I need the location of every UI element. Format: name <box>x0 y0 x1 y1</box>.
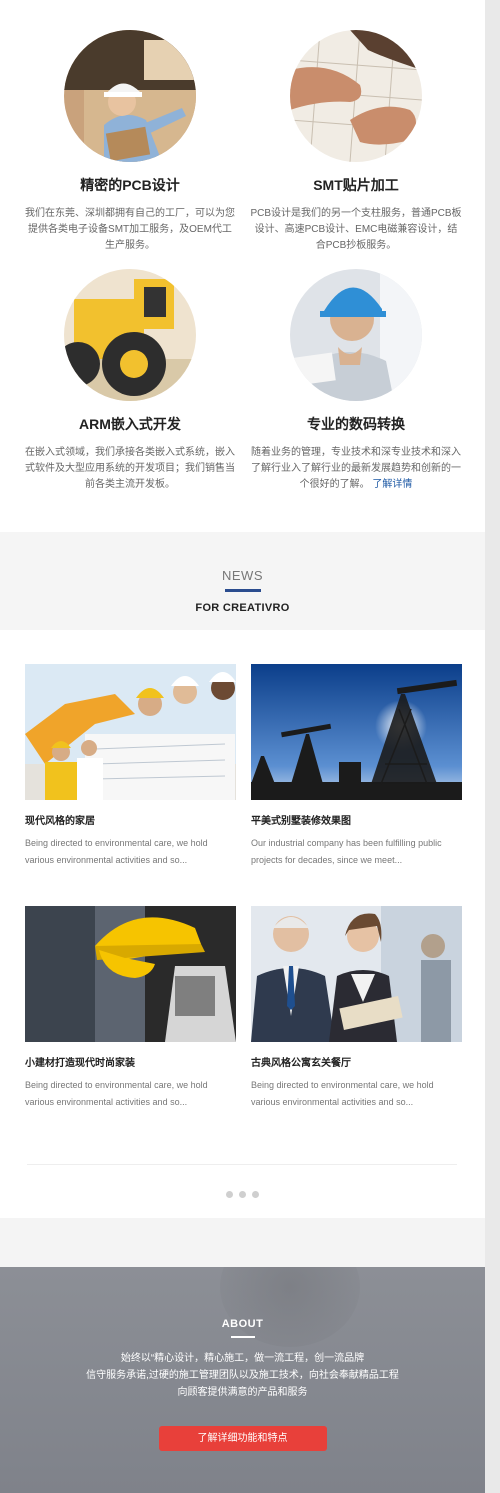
service-title: 精密的PCB设计 <box>80 177 180 193</box>
news-card[interactable]: 古典风格公寓玄关餐厅 Being directed to environment… <box>251 906 462 1111</box>
about-text: 始终以“精心设计，精心施工，做一流工程，创一流品牌 信守服务承诺,过硬的施工管理… <box>0 1350 485 1401</box>
service-desc-text: 随着业务的管理，专业技术和深专业技术和深入了解行业入了解行业的最新发展趋势和创新… <box>251 447 461 490</box>
service-desc: 随着业务的管理，专业技术和深专业技术和深入了解行业入了解行业的最新发展趋势和创新… <box>246 445 466 493</box>
service-photo-engineer <box>64 30 196 162</box>
about-background-decoration <box>220 1267 360 1347</box>
service-photo-engineer-thinking <box>290 269 422 401</box>
service-title: 专业的数码转换 <box>307 416 405 432</box>
news-desc: Being directed to environmental care, we… <box>251 1080 434 1107</box>
service-photo-blueprint-hands <box>290 30 422 162</box>
service-title: ARM嵌入式开发 <box>79 416 181 432</box>
news-title[interactable]: 现代风格的家居 <box>25 812 236 827</box>
news-header: NEWS FOR CREATIVRO <box>0 532 485 630</box>
about-line: 向顾客提供满意的产品和服务 <box>177 1387 308 1398</box>
news-image-oil-pumps[interactable] <box>251 664 462 800</box>
about-heading-underline <box>230 1336 255 1338</box>
news-image-workers[interactable] <box>25 664 236 800</box>
news-title[interactable]: 平美式别墅装修效果图 <box>251 812 462 827</box>
news-desc: Being directed to environmental care, we… <box>25 1080 208 1107</box>
news-desc: Being directed to environmental care, we… <box>25 838 208 865</box>
about-line: 信守服务承诺,过硬的施工管理团队以及施工技术，向社会奉献精品工程 <box>86 1370 399 1381</box>
service-digital: 专业的数码转换 随着业务的管理，专业技术和深专业技术和深入了解行业入了解行业的最… <box>246 269 466 493</box>
news-desc: Our industrial company has been fulfilli… <box>251 838 442 865</box>
learn-features-button[interactable]: 了解详细功能和特点 <box>158 1426 327 1451</box>
service-arm: ARM嵌入式开发 在嵌入式领域，我们承接各类嵌入式系统，嵌入式软件及大型应用系统… <box>20 269 240 493</box>
carousel-dot[interactable] <box>239 1191 246 1198</box>
carousel-dot[interactable] <box>252 1191 260 1198</box>
service-desc: 在嵌入式领域，我们承接各类嵌入式系统，嵌入式软件及大型应用系统的开发项目；我们销… <box>25 447 235 490</box>
service-desc: PCB设计是我们的另一个支柱服务，普通PCB板设计、高速PCB设计、EMC电磁兼… <box>250 208 462 251</box>
news-image-hardhat[interactable] <box>25 906 236 1042</box>
news-card[interactable]: 现代风格的家居 Being directed to environmental … <box>25 664 236 869</box>
news-title[interactable]: 古典风格公寓玄关餐厅 <box>251 1054 462 1069</box>
services-section: 精密的PCB设计 我们在东莞、深圳都拥有自己的工厂，可以为您提供各类电子设备SM… <box>0 0 485 532</box>
learn-more-link[interactable]: 了解详情 <box>372 479 412 490</box>
news-card[interactable]: 小建材打造现代时尚家装 Being directed to environmen… <box>25 906 236 1111</box>
about-heading: ABOUT <box>221 1318 264 1330</box>
carousel-pagination <box>0 1185 485 1203</box>
news-grid: 现代风格的家居 Being directed to environmental … <box>0 630 485 1218</box>
service-pcb-design: 精密的PCB设计 我们在东莞、深圳都拥有自己的工厂，可以为您提供各类电子设备SM… <box>20 30 240 254</box>
about-line: 始终以“精心设计，精心施工，做一流工程，创一流品牌 <box>120 1353 365 1364</box>
news-image-business-people[interactable] <box>251 906 462 1042</box>
page-scrollbar[interactable] <box>485 0 500 1493</box>
service-desc: 我们在东莞、深圳都拥有自己的工厂，可以为您提供各类电子设备SMT加工服务，及OE… <box>25 208 235 251</box>
news-heading-underline <box>224 589 261 592</box>
carousel-dot[interactable] <box>225 1191 233 1198</box>
news-heading: NEWS <box>222 568 263 583</box>
news-subheading: FOR CREATIVRO <box>195 602 290 614</box>
service-photo-loader <box>64 269 196 401</box>
news-card[interactable]: 平美式别墅装修效果图 Our industrial company has be… <box>251 664 462 869</box>
service-title: SMT贴片加工 <box>313 177 399 193</box>
news-title[interactable]: 小建材打造现代时尚家装 <box>25 1054 236 1069</box>
news-divider <box>27 1164 457 1165</box>
service-smt: SMT贴片加工 PCB设计是我们的另一个支柱服务，普通PCB板设计、高速PCB设… <box>246 30 466 254</box>
about-section: ABOUT 始终以“精心设计，精心施工，做一流工程，创一流品牌 信守服务承诺,过… <box>0 1267 485 1493</box>
